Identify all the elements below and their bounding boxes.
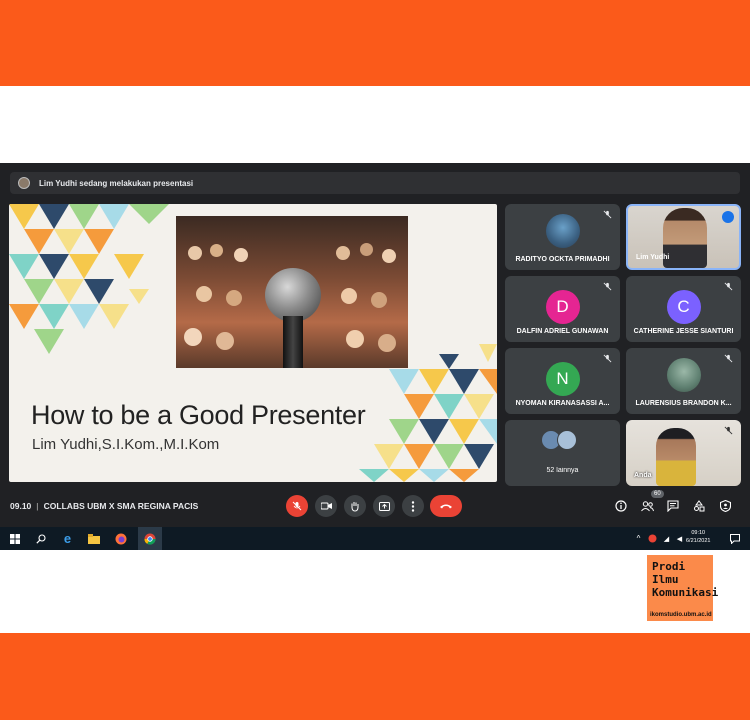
- chat-icon: [667, 500, 679, 512]
- meeting-info-button[interactable]: [612, 497, 630, 515]
- present-button[interactable]: [373, 495, 395, 517]
- people-button[interactable]: [638, 497, 656, 515]
- windows-start-button[interactable]: [8, 532, 21, 545]
- microphone-audience-photo: [176, 216, 408, 368]
- top-orange-band: [0, 0, 750, 86]
- mic-off-icon: [724, 282, 733, 291]
- people-icon: [640, 500, 654, 511]
- brand-url: ikomstudio.ubm.ac.id: [650, 612, 712, 618]
- more-participants-tile[interactable]: 52 lainnya: [505, 420, 620, 486]
- presenting-banner-text: Lim Yudhi sedang melakukan presentasi: [39, 178, 194, 188]
- tray-app-icon[interactable]: [646, 532, 659, 545]
- participant-name: NYOMAN KIRANASASSI A...: [515, 400, 610, 407]
- activities-icon: [694, 500, 705, 512]
- meeting-details[interactable]: 09.10 | COLLABS UBM X SMA REGINA PACIS: [10, 501, 198, 511]
- self-video: [656, 428, 696, 486]
- raise-hand-icon: [351, 501, 359, 512]
- mic-off-icon: [292, 501, 302, 511]
- participant-tile[interactable]: D DALFIN ADRIEL GUNAWAN: [505, 276, 620, 342]
- mic-off-icon: [724, 426, 733, 435]
- mic-off-icon: [724, 354, 733, 363]
- chat-button[interactable]: [664, 497, 682, 515]
- participant-name: LAURENSIUS BRANDON K...: [635, 400, 732, 407]
- avatar: N: [545, 362, 580, 396]
- windows-logo-icon: [9, 533, 20, 544]
- slide-title: How to be a Good Presenter: [31, 400, 366, 430]
- camera-icon: [320, 502, 332, 510]
- chrome-icon[interactable]: [138, 527, 162, 550]
- mic-off-icon: [603, 354, 612, 363]
- self-view-tile[interactable]: Anda: [626, 420, 741, 486]
- search-icon: [35, 533, 46, 544]
- presenter-avatar: [18, 177, 30, 189]
- avatar: [666, 358, 701, 392]
- present-icon: [378, 501, 390, 511]
- raise-hand-button[interactable]: [344, 495, 366, 517]
- slide-subtitle: Lim Yudhi,S.I.Kom.,M.I.Kom: [32, 436, 220, 453]
- end-call-button[interactable]: [430, 495, 462, 517]
- presentation-slide[interactable]: How to be a Good Presenter Lim Yudhi,S.I…: [9, 204, 497, 482]
- participant-tile-speaking[interactable]: Lim Yudhi: [626, 204, 741, 270]
- meet-window: Lim Yudhi sedang melakukan presentasi Ho…: [0, 163, 750, 550]
- end-call-icon: [440, 504, 452, 509]
- windows-taskbar: e ^ ◢ ◀ 09:10 6/21/2021: [0, 527, 750, 550]
- shield-icon: [719, 500, 731, 512]
- more-participants-label: 52 lainnya: [546, 467, 579, 474]
- volume-icon[interactable]: ◀: [673, 532, 686, 545]
- mic-toggle-button[interactable]: [286, 495, 308, 517]
- microphone-graphic: [265, 268, 321, 322]
- participant-tile[interactable]: LAURENSIUS BRANDON K...: [626, 348, 741, 414]
- speaking-indicator-icon: [722, 211, 734, 223]
- participant-tile[interactable]: N NYOMAN KIRANASASSI A...: [505, 348, 620, 414]
- participant-name: DALFIN ADRIEL GUNAWAN: [516, 328, 609, 335]
- taskbar-search-button[interactable]: [34, 532, 47, 545]
- firefox-icon[interactable]: [114, 532, 127, 545]
- system-tray-chevron-icon[interactable]: ^: [632, 532, 645, 545]
- more-icon: [411, 500, 415, 512]
- brand-logo-text: Prodi Ilmu Komunikasi: [652, 560, 719, 599]
- activities-button[interactable]: [690, 497, 708, 515]
- mic-off-icon: [603, 210, 612, 219]
- avatar: D: [545, 290, 580, 324]
- network-icon[interactable]: ◢: [660, 532, 673, 545]
- participant-tile[interactable]: C CATHERINE JESSE SIANTURI: [626, 276, 741, 342]
- participant-name: CATHERINE JESSE SIANTURI: [633, 328, 734, 335]
- participant-tile[interactable]: RADITYO OCKTA PRIMADHI: [505, 204, 620, 270]
- participant-name: Anda: [634, 472, 652, 479]
- mic-off-icon: [603, 282, 612, 291]
- host-controls-button[interactable]: [716, 497, 734, 515]
- taskbar-clock[interactable]: 09:10 6/21/2021: [686, 529, 710, 545]
- more-options-button[interactable]: [402, 495, 424, 517]
- participant-name: Lim Yudhi: [636, 254, 670, 261]
- avatar: [557, 430, 577, 450]
- participant-name: RADITYO OCKTA PRIMADHI: [515, 256, 610, 263]
- avatar: C: [666, 290, 701, 324]
- file-explorer-icon[interactable]: [87, 532, 100, 545]
- meeting-title: COLLABS UBM X SMA REGINA PACIS: [43, 501, 199, 511]
- camera-toggle-button[interactable]: [315, 495, 337, 517]
- notifications-icon[interactable]: [728, 532, 741, 545]
- meeting-time: 09.10: [10, 501, 32, 511]
- edge-browser-icon[interactable]: e: [61, 531, 74, 546]
- info-icon: [615, 500, 627, 512]
- avatar: [545, 214, 580, 248]
- bottom-orange-band: [0, 633, 750, 720]
- presenting-banner: Lim Yudhi sedang melakukan presentasi: [10, 172, 740, 194]
- speaker-video: [663, 208, 707, 268]
